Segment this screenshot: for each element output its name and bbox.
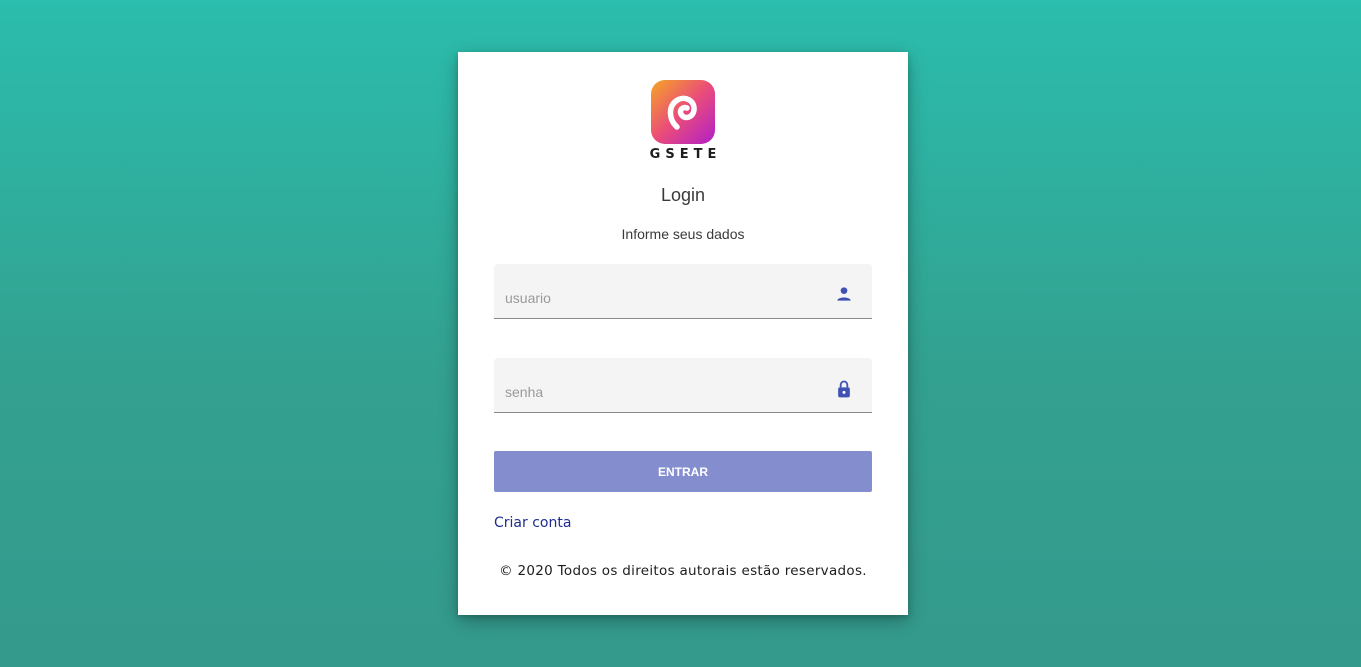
copyright-text: © 2020 Todos os direitos autorais estão … bbox=[499, 563, 867, 579]
password-field[interactable] bbox=[494, 358, 872, 413]
page-title: Login bbox=[660, 185, 706, 205]
username-input[interactable] bbox=[505, 290, 805, 306]
lock-icon bbox=[834, 378, 854, 398]
gsete-logo-icon bbox=[651, 80, 715, 144]
page-subtitle: Informe seus dados bbox=[621, 226, 745, 242]
create-account-link[interactable]: Criar conta bbox=[494, 515, 571, 531]
brand-name: GSETE bbox=[649, 147, 722, 162]
username-field[interactable] bbox=[494, 264, 872, 319]
password-input[interactable] bbox=[505, 384, 805, 400]
login-card: GSETE Login Informe seus dados Entrar Cr… bbox=[458, 52, 908, 615]
login-button[interactable]: Entrar bbox=[494, 451, 872, 492]
person-icon bbox=[834, 284, 854, 304]
